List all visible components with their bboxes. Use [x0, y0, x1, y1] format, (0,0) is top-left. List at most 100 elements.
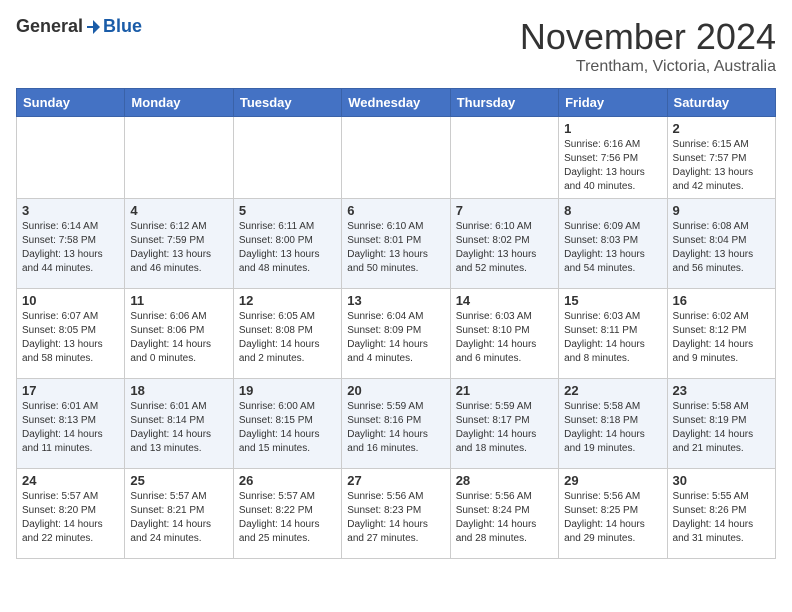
calendar-week-row: 24Sunrise: 5:57 AM Sunset: 8:20 PM Dayli… — [17, 469, 776, 559]
month-title: November 2024 — [520, 16, 776, 58]
day-of-week-header: Saturday — [667, 89, 775, 117]
day-of-week-header: Thursday — [450, 89, 558, 117]
calendar-cell — [125, 117, 233, 199]
day-number: 8 — [564, 203, 661, 218]
calendar-table: SundayMondayTuesdayWednesdayThursdayFrid… — [16, 88, 776, 559]
page-header: General Blue November 2024 Trentham, Vic… — [16, 16, 776, 76]
calendar-cell: 25 Sunrise: 5:57 AM Sunset: 8:21 PM Dayli… — [125, 469, 233, 559]
cell-info: Sunrise: 5:59 AM Sunset: 8:16 PM Dayligh… — [347, 400, 444, 456]
cell-info: Sunrise: 6:01 AM Sunset: 8:13 PM Dayligh… — [22, 400, 119, 456]
day-header-row: SundayMondayTuesdayWednesdayThursdayFrid… — [17, 89, 776, 117]
calendar-cell: 15 Sunrise: 6:03 AM Sunset: 8:11 PM Dayli… — [559, 289, 667, 379]
cell-info: Sunrise: 6:08 AM Sunset: 8:04 PM Dayligh… — [673, 220, 770, 276]
cell-info: Sunrise: 5:56 AM Sunset: 8:24 PM Dayligh… — [456, 490, 553, 546]
cell-info: Sunrise: 5:56 AM Sunset: 8:25 PM Dayligh… — [564, 490, 661, 546]
day-number: 19 — [239, 383, 336, 398]
cell-info: Sunrise: 6:01 AM Sunset: 8:14 PM Dayligh… — [130, 400, 227, 456]
calendar-cell: 8 Sunrise: 6:09 AM Sunset: 8:03 PM Daylig… — [559, 199, 667, 289]
cell-info: Sunrise: 6:06 AM Sunset: 8:06 PM Dayligh… — [130, 310, 227, 366]
day-number: 11 — [130, 293, 227, 308]
calendar-cell: 19Sunrise: 6:00 AM Sunset: 8:15 PM Dayli… — [233, 379, 341, 469]
cell-info: Sunrise: 5:58 AM Sunset: 8:18 PM Dayligh… — [564, 400, 661, 456]
calendar-cell: 30Sunrise: 5:55 AM Sunset: 8:26 PM Dayli… — [667, 469, 775, 559]
calendar-cell — [233, 117, 341, 199]
calendar-cell: 22 Sunrise: 5:58 AM Sunset: 8:18 PM Dayli… — [559, 379, 667, 469]
day-number: 22 — [564, 383, 661, 398]
calendar-cell: 10Sunrise: 6:07 AM Sunset: 8:05 PM Dayli… — [17, 289, 125, 379]
day-of-week-header: Friday — [559, 89, 667, 117]
calendar-body: 1 Sunrise: 6:16 AM Sunset: 7:56 PM Daylig… — [17, 117, 776, 559]
day-number: 1 — [564, 121, 661, 136]
cell-info: Sunrise: 6:02 AM Sunset: 8:12 PM Dayligh… — [673, 310, 770, 366]
cell-info: Sunrise: 6:09 AM Sunset: 8:03 PM Dayligh… — [564, 220, 661, 276]
calendar-cell — [17, 117, 125, 199]
cell-info: Sunrise: 5:57 AM Sunset: 8:22 PM Dayligh… — [239, 490, 336, 546]
day-number: 14 — [456, 293, 553, 308]
day-number: 6 — [347, 203, 444, 218]
calendar-cell: 27 Sunrise: 5:56 AM Sunset: 8:23 PM Dayli… — [342, 469, 450, 559]
day-number: 12 — [239, 293, 336, 308]
cell-info: Sunrise: 6:05 AM Sunset: 8:08 PM Dayligh… — [239, 310, 336, 366]
day-number: 27 — [347, 473, 444, 488]
calendar-cell: 4 Sunrise: 6:12 AM Sunset: 7:59 PM Daylig… — [125, 199, 233, 289]
calendar-cell: 7 Sunrise: 6:10 AM Sunset: 8:02 PM Daylig… — [450, 199, 558, 289]
day-number: 4 — [130, 203, 227, 218]
calendar-cell: 23 Sunrise: 5:58 AM Sunset: 8:19 PM Dayli… — [667, 379, 775, 469]
calendar-cell: 24Sunrise: 5:57 AM Sunset: 8:20 PM Dayli… — [17, 469, 125, 559]
cell-info: Sunrise: 6:03 AM Sunset: 8:11 PM Dayligh… — [564, 310, 661, 366]
day-number: 2 — [673, 121, 770, 136]
calendar-cell: 20 Sunrise: 5:59 AM Sunset: 8:16 PM Dayli… — [342, 379, 450, 469]
cell-info: Sunrise: 5:56 AM Sunset: 8:23 PM Dayligh… — [347, 490, 444, 546]
calendar-cell: 16 Sunrise: 6:02 AM Sunset: 8:12 PM Dayli… — [667, 289, 775, 379]
logo: General Blue — [16, 16, 142, 37]
calendar-cell: 12 Sunrise: 6:05 AM Sunset: 8:08 PM Dayli… — [233, 289, 341, 379]
day-number: 15 — [564, 293, 661, 308]
day-number: 17 — [22, 383, 119, 398]
calendar-week-row: 17 Sunrise: 6:01 AM Sunset: 8:13 PM Dayli… — [17, 379, 776, 469]
cell-info: Sunrise: 6:03 AM Sunset: 8:10 PM Dayligh… — [456, 310, 553, 366]
logo-flag-icon — [84, 18, 102, 36]
cell-info: Sunrise: 6:14 AM Sunset: 7:58 PM Dayligh… — [22, 220, 119, 276]
cell-info: Sunrise: 5:57 AM Sunset: 8:20 PM Dayligh… — [22, 490, 119, 546]
day-number: 9 — [673, 203, 770, 218]
calendar-cell: 3 Sunrise: 6:14 AM Sunset: 7:58 PM Daylig… — [17, 199, 125, 289]
cell-info: Sunrise: 5:58 AM Sunset: 8:19 PM Dayligh… — [673, 400, 770, 456]
calendar-week-row: 10Sunrise: 6:07 AM Sunset: 8:05 PM Dayli… — [17, 289, 776, 379]
cell-info: Sunrise: 6:07 AM Sunset: 8:05 PM Dayligh… — [22, 310, 119, 366]
calendar-cell: 5Sunrise: 6:11 AM Sunset: 8:00 PM Daylig… — [233, 199, 341, 289]
logo-general-text: General — [16, 16, 83, 37]
day-number: 20 — [347, 383, 444, 398]
calendar-cell — [342, 117, 450, 199]
calendar-cell: 11 Sunrise: 6:06 AM Sunset: 8:06 PM Dayli… — [125, 289, 233, 379]
calendar-header: SundayMondayTuesdayWednesdayThursdayFrid… — [17, 89, 776, 117]
location-subtitle: Trentham, Victoria, Australia — [520, 58, 776, 76]
calendar-cell: 26Sunrise: 5:57 AM Sunset: 8:22 PM Dayli… — [233, 469, 341, 559]
day-number: 7 — [456, 203, 553, 218]
calendar-cell: 17 Sunrise: 6:01 AM Sunset: 8:13 PM Dayli… — [17, 379, 125, 469]
calendar-cell: 21Sunrise: 5:59 AM Sunset: 8:17 PM Dayli… — [450, 379, 558, 469]
calendar-cell: 6 Sunrise: 6:10 AM Sunset: 8:01 PM Daylig… — [342, 199, 450, 289]
day-number: 23 — [673, 383, 770, 398]
day-of-week-header: Wednesday — [342, 89, 450, 117]
cell-info: Sunrise: 5:57 AM Sunset: 8:21 PM Dayligh… — [130, 490, 227, 546]
cell-info: Sunrise: 6:16 AM Sunset: 7:56 PM Dayligh… — [564, 138, 661, 194]
calendar-week-row: 1 Sunrise: 6:16 AM Sunset: 7:56 PM Daylig… — [17, 117, 776, 199]
cell-info: Sunrise: 6:10 AM Sunset: 8:02 PM Dayligh… — [456, 220, 553, 276]
cell-info: Sunrise: 6:11 AM Sunset: 8:00 PM Dayligh… — [239, 220, 336, 276]
day-number: 29 — [564, 473, 661, 488]
cell-info: Sunrise: 6:12 AM Sunset: 7:59 PM Dayligh… — [130, 220, 227, 276]
day-number: 16 — [673, 293, 770, 308]
cell-info: Sunrise: 5:59 AM Sunset: 8:17 PM Dayligh… — [456, 400, 553, 456]
day-number: 28 — [456, 473, 553, 488]
title-block: November 2024 Trentham, Victoria, Austra… — [520, 16, 776, 76]
day-number: 25 — [130, 473, 227, 488]
day-of-week-header: Sunday — [17, 89, 125, 117]
day-of-week-header: Monday — [125, 89, 233, 117]
cell-info: Sunrise: 6:15 AM Sunset: 7:57 PM Dayligh… — [673, 138, 770, 194]
cell-info: Sunrise: 5:55 AM Sunset: 8:26 PM Dayligh… — [673, 490, 770, 546]
calendar-cell: 1 Sunrise: 6:16 AM Sunset: 7:56 PM Daylig… — [559, 117, 667, 199]
day-number: 3 — [22, 203, 119, 218]
day-of-week-header: Tuesday — [233, 89, 341, 117]
cell-info: Sunrise: 6:10 AM Sunset: 8:01 PM Dayligh… — [347, 220, 444, 276]
calendar-cell: 2 Sunrise: 6:15 AM Sunset: 7:57 PM Daylig… — [667, 117, 775, 199]
